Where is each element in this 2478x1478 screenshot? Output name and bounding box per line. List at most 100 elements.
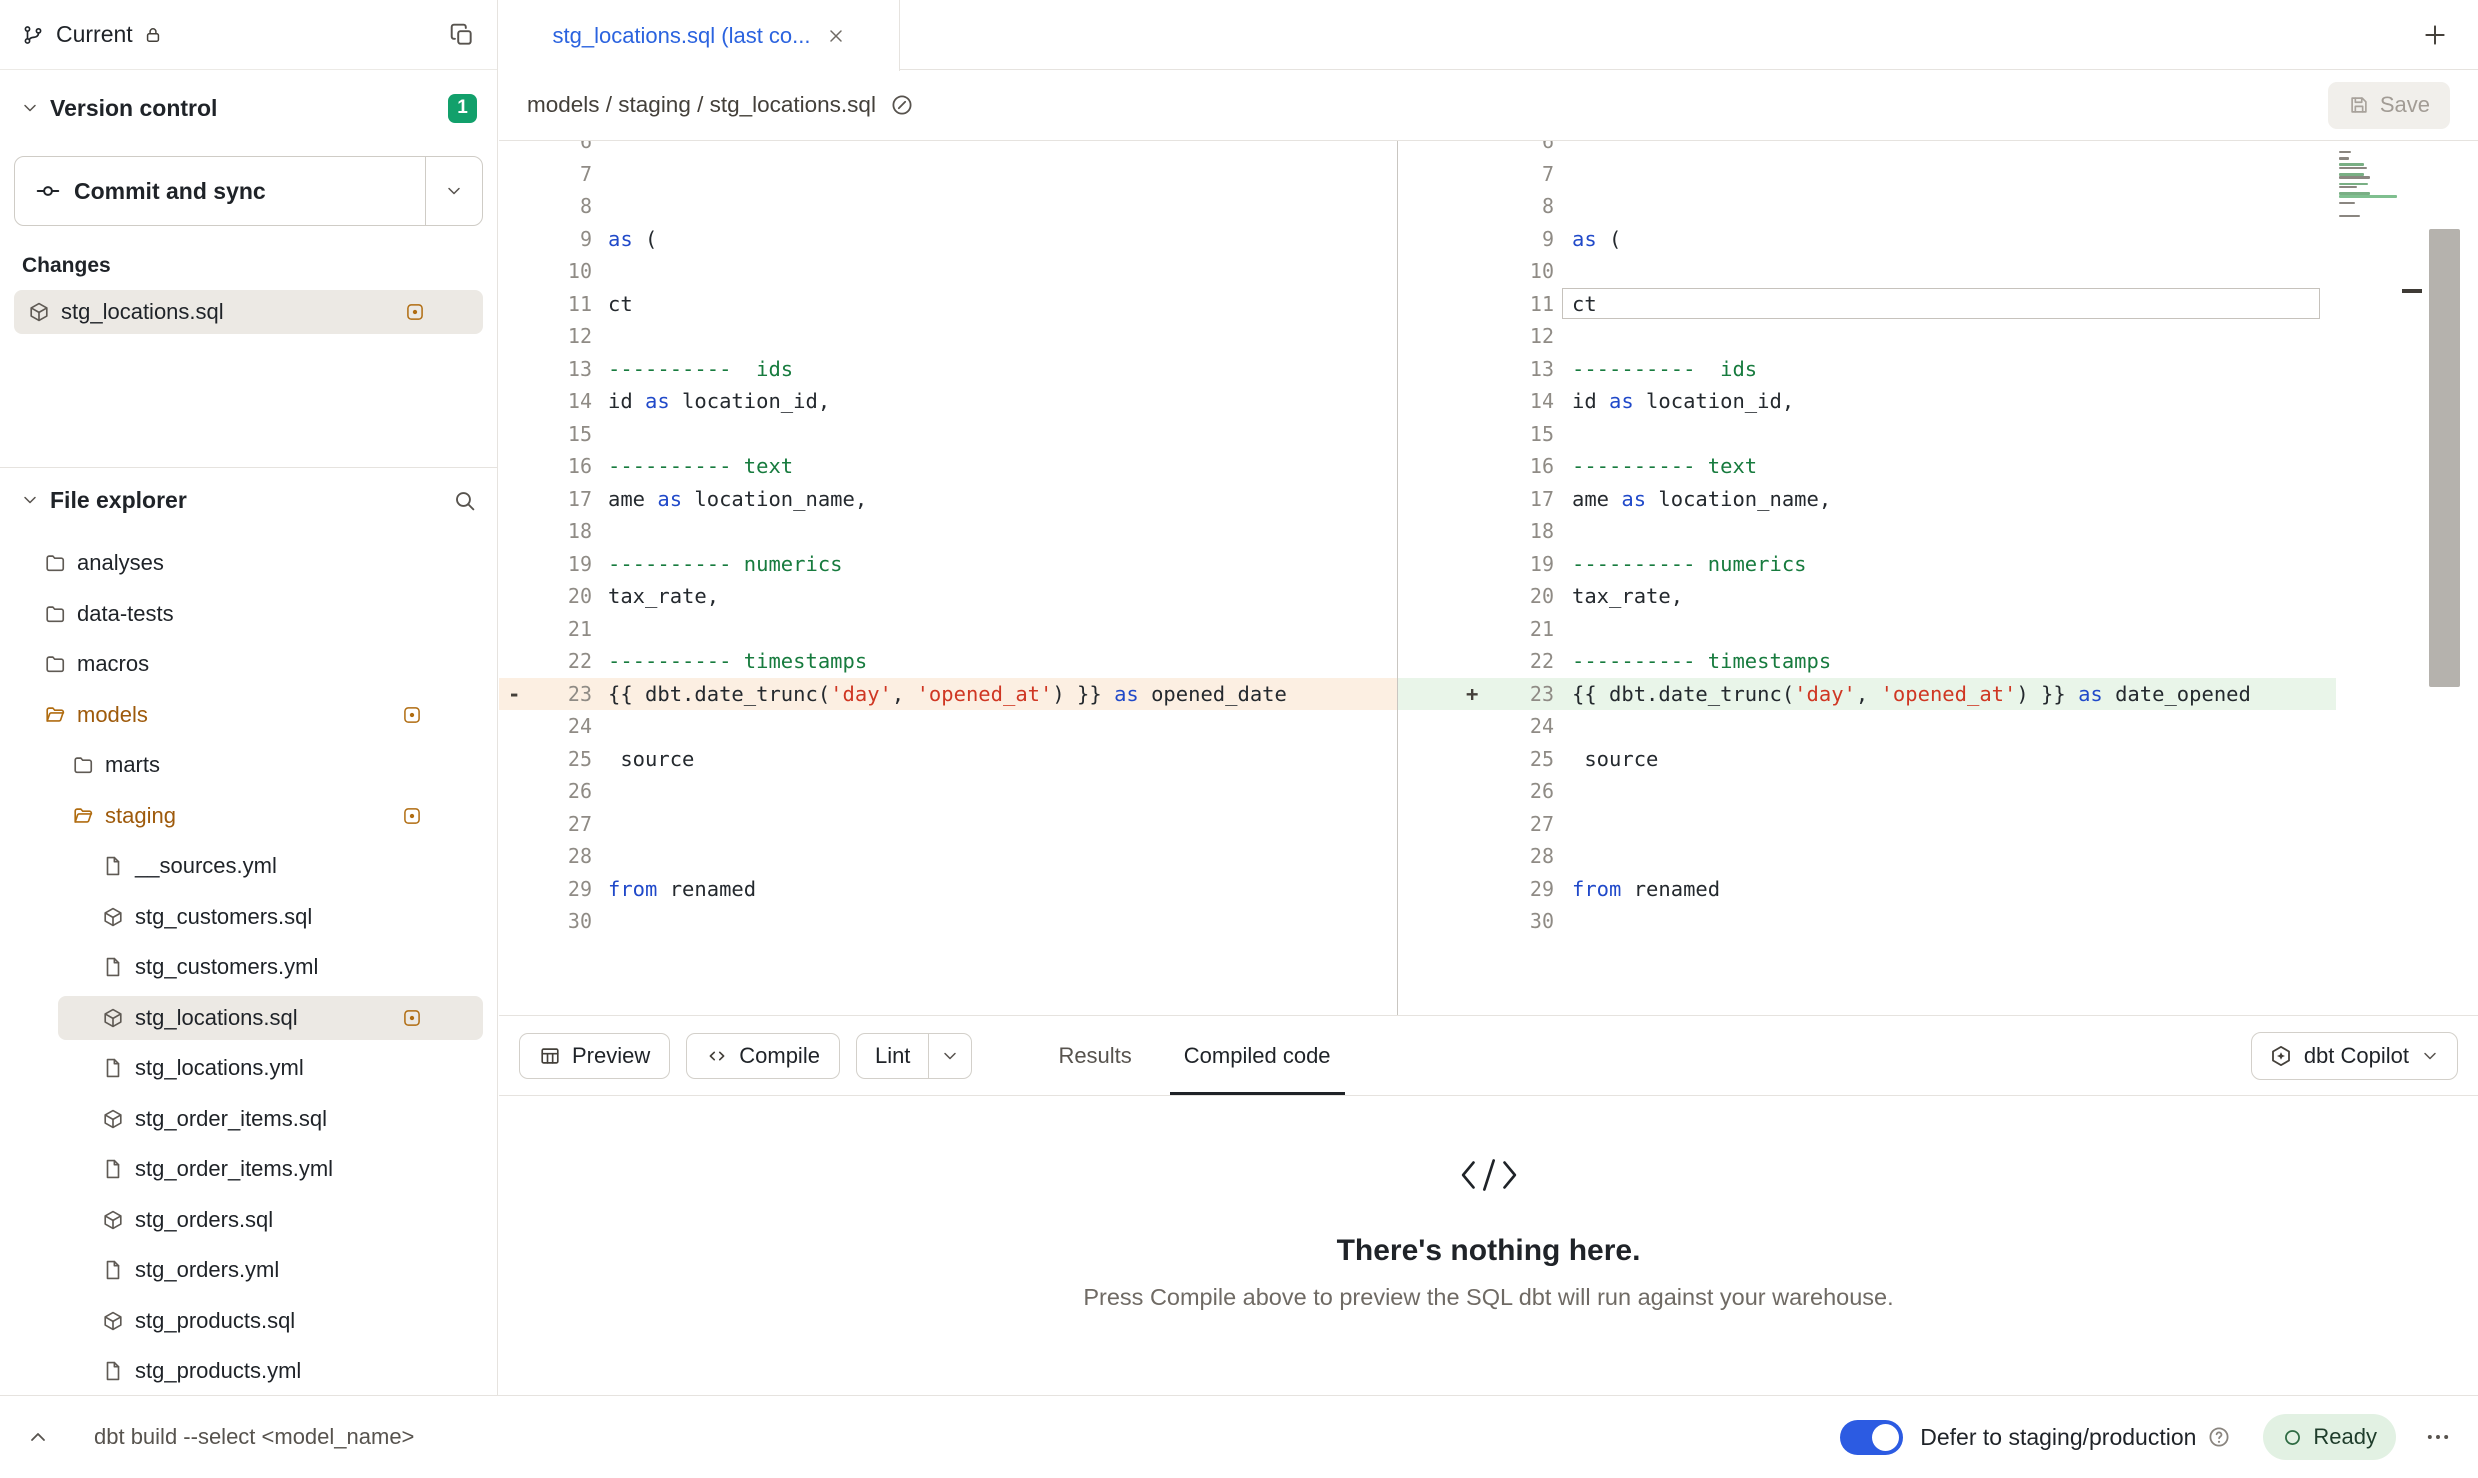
code-line[interactable]: 10 (499, 255, 1397, 288)
status-badge[interactable]: Ready (2263, 1414, 2396, 1460)
code-line[interactable]: 24 (499, 710, 1397, 743)
code-line[interactable]: 28 (499, 840, 1397, 873)
code-line[interactable]: 7 (499, 158, 1397, 191)
code-line[interactable]: 25 source (499, 743, 1397, 776)
lint-options-button[interactable] (929, 1034, 971, 1078)
version-control-header[interactable]: Version control 1 (0, 78, 497, 138)
file-tree-item[interactable]: marts (0, 740, 497, 791)
lint-button[interactable]: Lint (857, 1034, 928, 1078)
code-line[interactable]: 19---------- numerics (1398, 548, 2336, 581)
code-line[interactable]: 14id as location_id, (499, 385, 1397, 418)
code-line[interactable]: 7 (1398, 158, 2336, 191)
code-line[interactable]: 20tax_rate, (499, 580, 1397, 613)
code-line[interactable]: 20tax_rate, (1398, 580, 2336, 613)
code-line[interactable]: 14id as location_id, (1398, 385, 2336, 418)
file-tree-item[interactable]: stg_products.yml (0, 1346, 497, 1395)
code-line[interactable]: 30 (499, 905, 1397, 938)
vertical-scrollbar[interactable] (2429, 229, 2460, 687)
file-tree-item[interactable]: stg_customers.sql (0, 892, 497, 943)
code-line[interactable]: 25 source (1398, 743, 2336, 776)
code-line[interactable]: 21 (1398, 613, 2336, 646)
file-link-icon[interactable] (890, 93, 914, 117)
code-line[interactable]: 6 (1398, 141, 2336, 158)
file-tree-item[interactable]: __sources.yml (0, 841, 497, 892)
code-line[interactable]: 17ame as location_name, (1398, 483, 2336, 516)
defer-toggle[interactable] (1840, 1420, 1903, 1455)
chevron-up-icon[interactable] (26, 1425, 50, 1449)
commit-main[interactable]: Commit and sync (15, 157, 425, 225)
code-line[interactable]: 29from renamed (499, 873, 1397, 906)
chevron-down-icon[interactable] (20, 490, 40, 510)
dbt-copilot-button[interactable]: dbt Copilot (2251, 1032, 2458, 1080)
code-line[interactable]: 21 (499, 613, 1397, 646)
code-line[interactable]: 9as ( (499, 223, 1397, 256)
code-line[interactable]: 10 (1398, 255, 2336, 288)
code-line[interactable]: 16---------- text (1398, 450, 2336, 483)
code-line[interactable]: 26 (1398, 775, 2336, 808)
code-line[interactable]: 22---------- timestamps (1398, 645, 2336, 678)
code-line[interactable]: 8 (499, 190, 1397, 223)
help-icon[interactable] (2207, 1425, 2231, 1449)
code-line[interactable]: 11ct (499, 288, 1397, 321)
code-line[interactable]: 19---------- numerics (499, 548, 1397, 581)
branch-selector[interactable]: Current (0, 0, 497, 70)
tab-compiled-code[interactable]: Compiled code (1158, 1016, 1357, 1095)
minimap[interactable] (2336, 141, 2400, 461)
diff-pane-modified[interactable]: 6789as (1011ct1213---------- ids14id as … (1398, 141, 2336, 1015)
tab-results[interactable]: Results (1032, 1016, 1157, 1095)
preview-button[interactable]: Preview (519, 1033, 670, 1079)
code-line[interactable]: -23{{ dbt.date_trunc('day', 'opened_at')… (499, 678, 1397, 711)
file-tree-item[interactable]: analyses (0, 538, 497, 589)
file-tree-item[interactable]: stg_products.sql (0, 1296, 497, 1347)
code-line[interactable]: 24 (1398, 710, 2336, 743)
code-line[interactable]: 13---------- ids (1398, 353, 2336, 386)
code-line[interactable]: 12 (499, 320, 1397, 353)
code-line[interactable]: 9as ( (1398, 223, 2336, 256)
code-line[interactable]: 22---------- timestamps (499, 645, 1397, 678)
more-options-button[interactable] (2424, 1423, 2452, 1451)
code-line[interactable]: 30 (1398, 905, 2336, 938)
file-tree-item[interactable]: macros (0, 639, 497, 690)
commit-options-button[interactable] (426, 157, 482, 225)
code-line[interactable]: 26 (499, 775, 1397, 808)
code-line[interactable]: 8 (1398, 190, 2336, 223)
close-icon[interactable] (826, 26, 846, 46)
editor-tab[interactable]: stg_locations.sql (last co... (499, 0, 900, 71)
code-line[interactable]: 17ame as location_name, (499, 483, 1397, 516)
changed-file-item[interactable]: stg_locations.sql (14, 290, 483, 334)
file-tree-item[interactable]: stg_orders.yml (0, 1245, 497, 1296)
code-line[interactable]: 13---------- ids (499, 353, 1397, 386)
file-tree-item[interactable]: staging (0, 791, 497, 842)
code-line[interactable]: 15 (1398, 418, 2336, 451)
chevron-down-icon[interactable] (20, 98, 40, 118)
code-line[interactable]: 12 (1398, 320, 2336, 353)
file-tree-item[interactable]: stg_order_items.sql (0, 1094, 497, 1145)
code-line[interactable]: 29from renamed (1398, 873, 2336, 906)
code-line[interactable]: 27 (1398, 808, 2336, 841)
new-tab-button[interactable] (2422, 22, 2448, 48)
file-tree-item[interactable]: data-tests (0, 589, 497, 640)
code-line[interactable]: 18 (1398, 515, 2336, 548)
search-icon[interactable] (452, 488, 477, 513)
code-line[interactable]: 18 (499, 515, 1397, 548)
breadcrumb[interactable]: models / staging / stg_locations.sql (527, 92, 876, 118)
copy-icon[interactable] (449, 22, 475, 48)
code-line[interactable]: +23{{ dbt.date_trunc('day', 'opened_at')… (1398, 678, 2336, 711)
file-tree-item[interactable]: stg_locations.sql (0, 993, 497, 1044)
code-line[interactable]: 15 (499, 418, 1397, 451)
file-tree-item[interactable]: stg_orders.sql (0, 1195, 497, 1246)
code-line[interactable]: 16---------- text (499, 450, 1397, 483)
command-input[interactable]: dbt build --select <model_name> (94, 1424, 414, 1450)
code-line[interactable]: 11ct (1398, 288, 2336, 321)
save-button[interactable]: Save (2328, 82, 2450, 129)
file-tree-item[interactable]: models (0, 690, 497, 741)
code-line[interactable]: 28 (1398, 840, 2336, 873)
diff-pane-original[interactable]: 6789as (1011ct1213---------- ids14id as … (499, 141, 1397, 1015)
commit-and-sync-button[interactable]: Commit and sync (14, 156, 483, 226)
file-explorer-header[interactable]: File explorer (0, 468, 497, 532)
file-tree-item[interactable]: stg_customers.yml (0, 942, 497, 993)
code-line[interactable]: 6 (499, 141, 1397, 158)
file-tree-item[interactable]: stg_order_items.yml (0, 1144, 497, 1195)
code-line[interactable]: 27 (499, 808, 1397, 841)
compile-button[interactable]: Compile (686, 1033, 840, 1079)
